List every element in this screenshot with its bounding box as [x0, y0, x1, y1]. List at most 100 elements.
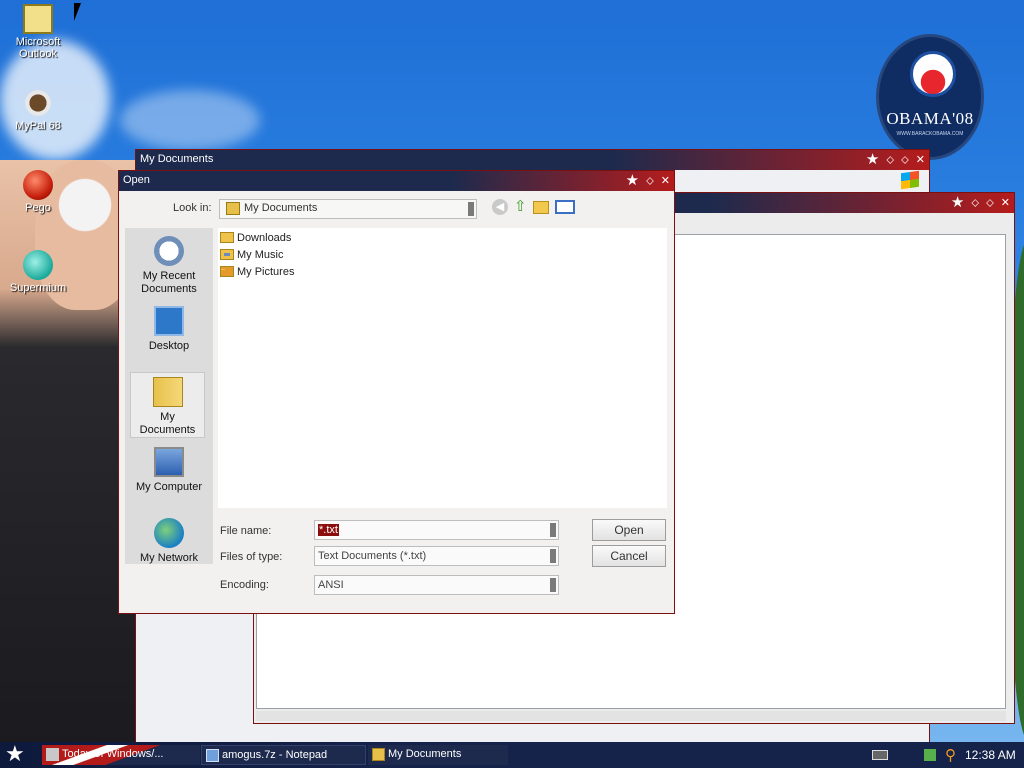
close-button[interactable]: ✕ [661, 174, 670, 188]
taskbar-item-my-documents[interactable]: My Documents [368, 745, 508, 765]
places-bar: My Recent Documents Desktop My Documents… [125, 228, 213, 564]
place-label: My Documents [139, 411, 196, 436]
my-computer-icon [154, 447, 184, 477]
place-label: My Computer [135, 481, 203, 493]
desktop-icon-label: Microsoft Outlook [15, 36, 61, 60]
dropdown-arrow-icon[interactable] [550, 578, 556, 592]
folder-icon [372, 748, 385, 761]
open-button[interactable]: Open [592, 519, 666, 541]
flag-icon [46, 748, 59, 761]
my-documents-icon [226, 202, 240, 215]
taskbar-item-notepad[interactable]: amogus.7z - Notepad [201, 745, 366, 765]
help-button[interactable]: ⬦ [646, 174, 654, 188]
file-name: My Music [237, 248, 284, 261]
taskbar-item-label: Today of Windows/... [62, 748, 164, 760]
desktop-icon [154, 306, 184, 336]
views-menu-button[interactable] [554, 200, 575, 214]
maximize-button[interactable]: ⬦ [901, 153, 909, 167]
notepad-icon [206, 749, 219, 762]
close-button[interactable]: ✕ [1001, 196, 1010, 210]
taskbar-item-browser[interactable]: Today of Windows/... [42, 745, 200, 765]
taskbar-item-label: My Documents [388, 748, 462, 760]
cloud [120, 90, 260, 150]
up-folder-button[interactable]: ⇧ [514, 199, 527, 215]
logo-text: OBAMA'08 [886, 109, 974, 128]
place-my-network[interactable]: My Network [125, 514, 213, 565]
windows-logo-icon [901, 170, 919, 190]
place-label: My Recent Documents [141, 270, 197, 295]
horizontal-scrollbar[interactable] [256, 711, 1006, 721]
look-in-value: My Documents [244, 202, 318, 214]
place-my-documents[interactable]: My Documents [130, 372, 205, 438]
search-icon[interactable]: ⚲ [945, 746, 956, 764]
outlook-icon [23, 4, 53, 34]
window-menu-star-icon[interactable]: ★ [866, 152, 879, 167]
my-network-icon [154, 518, 184, 548]
window-titlebar[interactable]: My Documents ★ ⬦ ⬦ ✕ [136, 150, 929, 170]
close-button[interactable]: ✕ [916, 153, 925, 167]
dialog-titlebar[interactable]: Open ★ ⬦ ✕ [119, 171, 674, 191]
music-folder-icon [220, 249, 234, 260]
recent-documents-icon [154, 236, 184, 266]
logo-emblem [910, 51, 956, 97]
place-desktop[interactable]: Desktop [125, 302, 213, 353]
window-title: My Documents [140, 153, 214, 165]
taskbar: ★ Today of Windows/... amogus.7z - Notep… [0, 742, 1024, 768]
cancel-button[interactable]: Cancel [592, 545, 666, 567]
supermium-icon [23, 250, 53, 280]
file-name: Downloads [237, 231, 292, 244]
list-item[interactable]: My Pictures [220, 264, 294, 279]
file-name-label: File name: [220, 525, 272, 537]
taskbar-item-label: amogus.7z - Notepad [222, 749, 328, 761]
encoding-select[interactable]: ANSI [314, 575, 559, 595]
look-in-label: Look in: [173, 202, 212, 214]
folder-icon [220, 232, 234, 243]
file-name-value: *.txt [318, 524, 339, 536]
back-button[interactable]: ◀ [492, 199, 508, 215]
list-item[interactable]: Downloads [220, 230, 291, 245]
network-icon[interactable] [924, 749, 936, 761]
mypal-icon [23, 88, 53, 118]
pictures-folder-icon [220, 266, 234, 277]
dropdown-arrow-icon[interactable] [550, 523, 556, 537]
place-recent-documents[interactable]: My Recent Documents [125, 232, 213, 296]
desktop-icon-label: MyPal 68 [15, 120, 61, 132]
look-in-dropdown[interactable]: My Documents [219, 199, 477, 219]
window-menu-star-icon[interactable]: ★ [626, 173, 639, 188]
encoding-label: Encoding: [220, 579, 269, 591]
keyboard-icon[interactable] [872, 750, 888, 760]
desktop-icon-supermium[interactable]: Supermium [0, 250, 76, 294]
clock[interactable]: 12:38 AM [965, 748, 1016, 762]
campaign-logo: OBAMA'08 WWW.BARACKOBAMA.COM [876, 34, 984, 160]
new-folder-button[interactable] [532, 200, 549, 214]
place-my-computer[interactable]: My Computer [125, 443, 213, 494]
file-name: My Pictures [237, 265, 295, 278]
window-menu-star-icon[interactable]: ★ [951, 195, 964, 210]
pego-icon [23, 170, 53, 200]
encoding-value: ANSI [318, 579, 344, 591]
file-list[interactable]: Downloads My Music My Pictures [218, 228, 667, 508]
dialog-title: Open [123, 174, 150, 186]
system-tray: ⚲ 12:38 AM [872, 745, 1016, 765]
desktop-icon-pego[interactable]: Pego [0, 170, 76, 214]
file-type-label: Files of type: [220, 551, 283, 563]
open-dialog[interactable]: Open ★ ⬦ ✕ Look in: My Documents ◀ ⇧ My … [118, 170, 675, 614]
mouse-cursor [74, 3, 81, 21]
start-button[interactable]: ★ [5, 743, 25, 765]
place-label: My Network [139, 552, 199, 564]
minimize-button[interactable]: ⬦ [971, 196, 979, 210]
desktop-icon-outlook[interactable]: Microsoft Outlook [0, 4, 76, 60]
file-name-input[interactable]: *.txt [314, 520, 559, 540]
desktop-icon-label: Supermium [9, 282, 67, 294]
my-documents-icon [152, 377, 183, 407]
list-item[interactable]: My Music [220, 247, 283, 262]
maximize-button[interactable]: ⬦ [986, 196, 994, 210]
file-type-select[interactable]: Text Documents (*.txt) [314, 546, 559, 566]
minimize-button[interactable]: ⬦ [886, 153, 894, 167]
dropdown-arrow-icon[interactable] [468, 202, 474, 216]
desktop-icon-mypal[interactable]: MyPal 68 [0, 88, 76, 132]
dropdown-arrow-icon[interactable] [550, 549, 556, 563]
desktop-icon-label: Pego [25, 202, 51, 214]
file-type-value: Text Documents (*.txt) [318, 550, 427, 562]
place-label: Desktop [148, 340, 190, 352]
